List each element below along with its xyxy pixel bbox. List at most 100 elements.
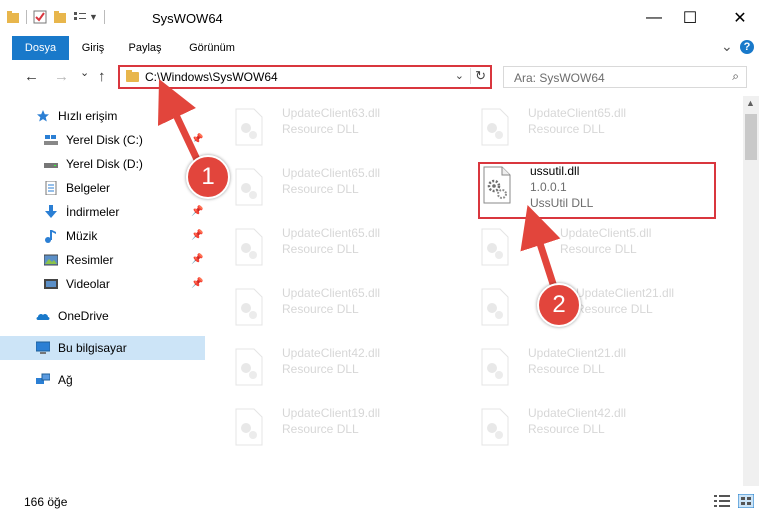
refresh-icon[interactable]: ↻	[470, 68, 486, 84]
pin-icon[interactable]: 📌	[191, 200, 203, 224]
file-name: UpdateClient19.dll	[282, 406, 381, 420]
dll-file-icon	[235, 108, 263, 146]
file-name: UpdateClient42.dll	[282, 346, 381, 360]
sidebar-item-downloads[interactable]: İndirmeler 📌	[0, 200, 205, 224]
navigation-pane: Hızlı erişim Yerel Disk (C:) 📌 Yerel Dis…	[0, 96, 205, 486]
recent-locations-button[interactable]: ⌄	[80, 66, 89, 79]
pin-icon[interactable]: 📌	[191, 272, 203, 296]
sidebar-item-label: OneDrive	[58, 309, 109, 323]
sidebar-item-label: Hızlı erişim	[58, 109, 118, 123]
dll-file-icon	[481, 348, 509, 386]
file-description: Resource DLL	[282, 122, 359, 136]
up-button[interactable]: ↑	[98, 68, 106, 85]
network-icon	[36, 373, 50, 384]
file-item[interactable]: UpdateClient21.dll Resource DLL	[480, 346, 712, 392]
sidebar-item-label: Bu bilgisayar	[58, 341, 127, 355]
forward-button[interactable]: →	[54, 68, 69, 85]
dll-file-icon	[235, 348, 263, 386]
drive-c-icon	[44, 135, 58, 145]
sidebar-item-network[interactable]: Ağ	[0, 368, 205, 392]
sidebar-item-quick-access[interactable]: Hızlı erişim	[0, 104, 205, 128]
file-item[interactable]: UpdateClient42.dll Resource DLL	[234, 346, 466, 392]
sidebar-item-documents[interactable]: Belgeler 📌	[0, 176, 205, 200]
address-bar[interactable]: C:\Windows\SysWOW64 ⌄ ↻	[118, 65, 492, 89]
new-folder-icon[interactable]	[53, 10, 67, 24]
pin-icon[interactable]: 📌	[191, 128, 203, 152]
file-item[interactable]: UpdateClient19.dll Resource DLL	[234, 406, 466, 452]
tiles-view-icon[interactable]	[738, 494, 754, 508]
window-title: SysWOW64	[152, 11, 223, 26]
sidebar-item-label: Yerel Disk (C:)	[66, 133, 143, 147]
sidebar-item-drive-d[interactable]: Yerel Disk (D:) 📌	[0, 152, 205, 176]
scrollbar-thumb[interactable]	[745, 114, 757, 160]
sidebar-item-label: Yerel Disk (D:)	[66, 157, 143, 171]
file-name: UpdateClient21.dll	[576, 286, 675, 300]
file-item[interactable]: UpdateClient65.dll Resource DLL	[234, 286, 466, 332]
file-item[interactable]: UpdateClient65.dll Resource DLL	[480, 106, 712, 152]
file-description: Resource DLL	[282, 182, 359, 196]
customize-toolbar-icon[interactable]	[73, 10, 87, 24]
music-icon	[45, 230, 56, 243]
file-description: Resource DLL	[282, 302, 359, 316]
toolbar-dropdown-icon[interactable]: ▼	[89, 12, 98, 22]
tab-giris[interactable]: Giriş	[76, 36, 110, 60]
file-item[interactable]: UpdateClient65.dll Resource DLL	[234, 166, 466, 212]
search-box[interactable]: ⌕	[503, 66, 747, 88]
pin-icon[interactable]: 📌	[191, 224, 203, 248]
vertical-scrollbar[interactable]: ▲	[743, 96, 759, 486]
back-button[interactable]: ←	[24, 68, 39, 85]
address-dropdown-icon[interactable]: ⌄	[455, 69, 464, 82]
tab-gorunum[interactable]: Görünüm	[184, 36, 240, 60]
dll-file-icon	[481, 408, 509, 446]
sidebar-item-drive-c[interactable]: Yerel Disk (C:) 📌	[0, 128, 205, 152]
file-description: Resource DLL	[282, 242, 359, 256]
file-item[interactable]: UpdateClient5.dll Resource DLL	[480, 226, 712, 272]
address-path[interactable]: C:\Windows\SysWOW64	[145, 70, 278, 84]
properties-icon[interactable]	[33, 10, 47, 24]
file-item[interactable]: UpdateClient42.dll Resource DLL	[480, 406, 712, 452]
tab-dosya[interactable]: Dosya	[12, 36, 69, 60]
file-item[interactable]: UpdateClient65.dll Resource DLL	[234, 226, 466, 272]
dll-file-icon	[481, 228, 509, 266]
file-item[interactable]: UpdateClient63.dll Resource DLL	[234, 106, 466, 152]
dll-file-icon	[481, 288, 509, 326]
sidebar-item-music[interactable]: Müzik 📌	[0, 224, 205, 248]
search-input[interactable]	[512, 68, 726, 88]
sidebar-item-pictures[interactable]: Resimler 📌	[0, 248, 205, 272]
onedrive-icon	[36, 313, 50, 320]
dll-file-icon	[481, 108, 509, 146]
file-name: UpdateClient65.dll	[528, 106, 627, 120]
file-name: UpdateClient21.dll	[528, 346, 627, 360]
scroll-up-icon[interactable]: ▲	[746, 98, 755, 108]
videos-icon	[44, 279, 58, 289]
search-icon[interactable]: ⌕	[732, 69, 739, 84]
dll-file-icon	[235, 228, 263, 266]
file-item[interactable]: UpdateClient21.dll Resource DLL	[480, 286, 712, 332]
step-badge-2: 2	[537, 283, 581, 327]
tab-paylas[interactable]: Paylaş	[124, 36, 166, 60]
downloads-icon	[45, 205, 57, 218]
sidebar-item-videos[interactable]: Videolar 📌	[0, 272, 205, 296]
file-description: Resource DLL	[528, 362, 605, 376]
sidebar-item-this-pc[interactable]: Bu bilgisayar	[0, 336, 205, 360]
sidebar-item-onedrive[interactable]: OneDrive	[0, 304, 205, 328]
details-view-icon[interactable]	[714, 494, 730, 508]
maximize-button[interactable]: ☐	[667, 0, 713, 36]
status-bar: 166 öğe	[0, 486, 769, 532]
sidebar-item-label: Belgeler	[66, 181, 111, 195]
file-description: Resource DLL	[528, 122, 605, 136]
folder-icon[interactable]	[6, 10, 20, 24]
title-bar: ▼ SysWOW64 — ☐ ✕	[0, 0, 769, 36]
file-description: Resource DLL	[528, 422, 605, 436]
ribbon-expand-icon[interactable]: ⌄	[721, 38, 733, 55]
star-icon	[37, 110, 49, 122]
this-pc-icon	[36, 341, 50, 354]
step-badge-1: 1	[186, 155, 230, 199]
pin-icon[interactable]: 📌	[191, 248, 203, 272]
target-file-highlight	[478, 162, 716, 219]
close-button[interactable]: ✕	[717, 0, 763, 36]
file-description: Resource DLL	[282, 362, 359, 376]
quick-access-toolbar: ▼	[6, 10, 111, 24]
file-description: Resource DLL	[576, 302, 653, 316]
help-icon[interactable]: ?	[740, 40, 754, 54]
